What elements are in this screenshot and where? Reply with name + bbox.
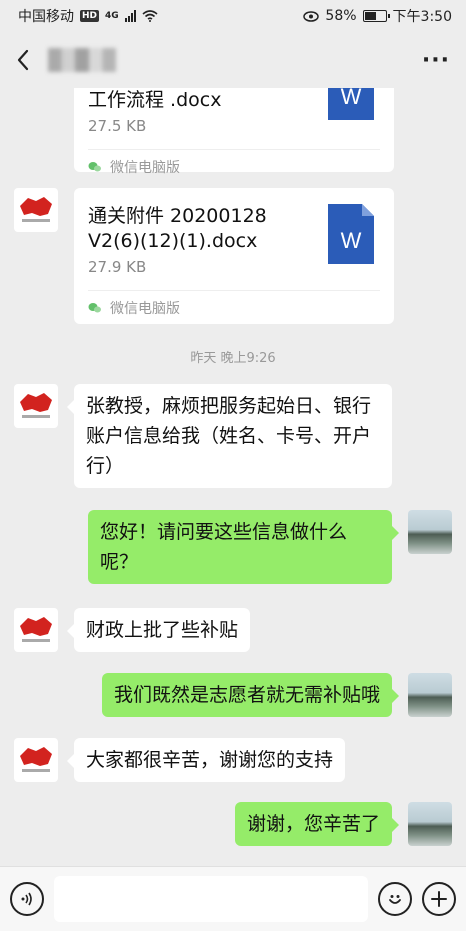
emoji-button[interactable] (378, 882, 412, 916)
incoming-message[interactable]: 张教授，麻烦把服务起始日、银行账户信息给我（姓名、卡号、开户行） (67, 384, 392, 488)
outgoing-message[interactable]: 您好！请问要这些信息做什么呢？ (88, 510, 399, 584)
outgoing-message[interactable]: 谢谢，您辛苦了 (234, 802, 400, 846)
file-source-label: 微信电脑版 (110, 301, 180, 317)
incoming-message[interactable]: 财政上批了些补贴 (66, 608, 251, 652)
my-avatar[interactable] (408, 510, 452, 554)
wechat-pc-icon (88, 303, 101, 313)
message-input-bar (0, 866, 466, 931)
avatar-logo-icon (20, 747, 52, 772)
plus-button[interactable] (422, 882, 456, 916)
chat-message-list[interactable]: 工作流程 .docx 27.5 KB 微信电脑版 W 通关附件 20200128… (0, 88, 466, 866)
battery-icon (362, 10, 390, 22)
emoji-icon (389, 895, 401, 904)
wifi-icon (142, 10, 158, 22)
file-message[interactable]: 通关附件 20200128 V2(6)(12)(1).docx 27.9 KB … (74, 188, 394, 324)
battery-percent: 58% (325, 8, 357, 24)
file-name: 通关附件 20200128 V2(6)(12)(1).docx (88, 205, 267, 252)
incoming-message[interactable]: 大家都很辛苦，谢谢您的支持 (66, 738, 346, 782)
avatar-logo-icon (20, 617, 52, 642)
chat-header: ··· (0, 32, 466, 88)
status-bar: 中国移动 HD 4G 58% 下午3:50 (0, 0, 466, 32)
sender-avatar[interactable] (14, 738, 58, 782)
carrier-label: 中国移动 (18, 9, 74, 25)
avatar-logo-icon (20, 197, 52, 222)
voice-icon (21, 892, 32, 906)
sender-avatar[interactable] (14, 188, 58, 232)
more-options-button[interactable]: ··· (422, 48, 450, 73)
my-avatar[interactable] (408, 802, 452, 846)
svg-text:W: W (341, 228, 362, 253)
hd-badge: HD (80, 10, 100, 22)
back-icon[interactable] (16, 49, 30, 71)
eye-icon (303, 10, 320, 22)
wechat-pc-icon (88, 162, 101, 172)
avatar-logo-icon (20, 393, 52, 418)
signal-icon (124, 10, 136, 22)
word-file-icon: W (328, 204, 374, 264)
sender-avatar[interactable] (14, 384, 58, 428)
svg-text:W: W (341, 88, 362, 109)
status-time: 下午3:50 (392, 9, 452, 25)
plus-icon (431, 891, 447, 907)
voice-button[interactable] (10, 882, 44, 916)
network-label: 4G (105, 11, 119, 21)
file-source: 微信电脑版 (88, 150, 380, 184)
word-file-icon: W (328, 88, 374, 120)
file-source-label: 微信电脑版 (110, 160, 180, 176)
chat-timestamp: 昨天 晚上9:26 (190, 351, 276, 366)
file-name: 工作流程 .docx (88, 89, 222, 111)
file-message[interactable]: 工作流程 .docx 27.5 KB 微信电脑版 W (74, 88, 394, 176)
contact-name-blurred (48, 48, 116, 72)
message-input[interactable] (54, 876, 368, 922)
sender-avatar[interactable] (14, 608, 58, 652)
file-source: 微信电脑版 (88, 291, 380, 325)
my-avatar[interactable] (408, 673, 452, 717)
outgoing-message[interactable]: 我们既然是志愿者就无需补贴哦 (101, 673, 400, 717)
